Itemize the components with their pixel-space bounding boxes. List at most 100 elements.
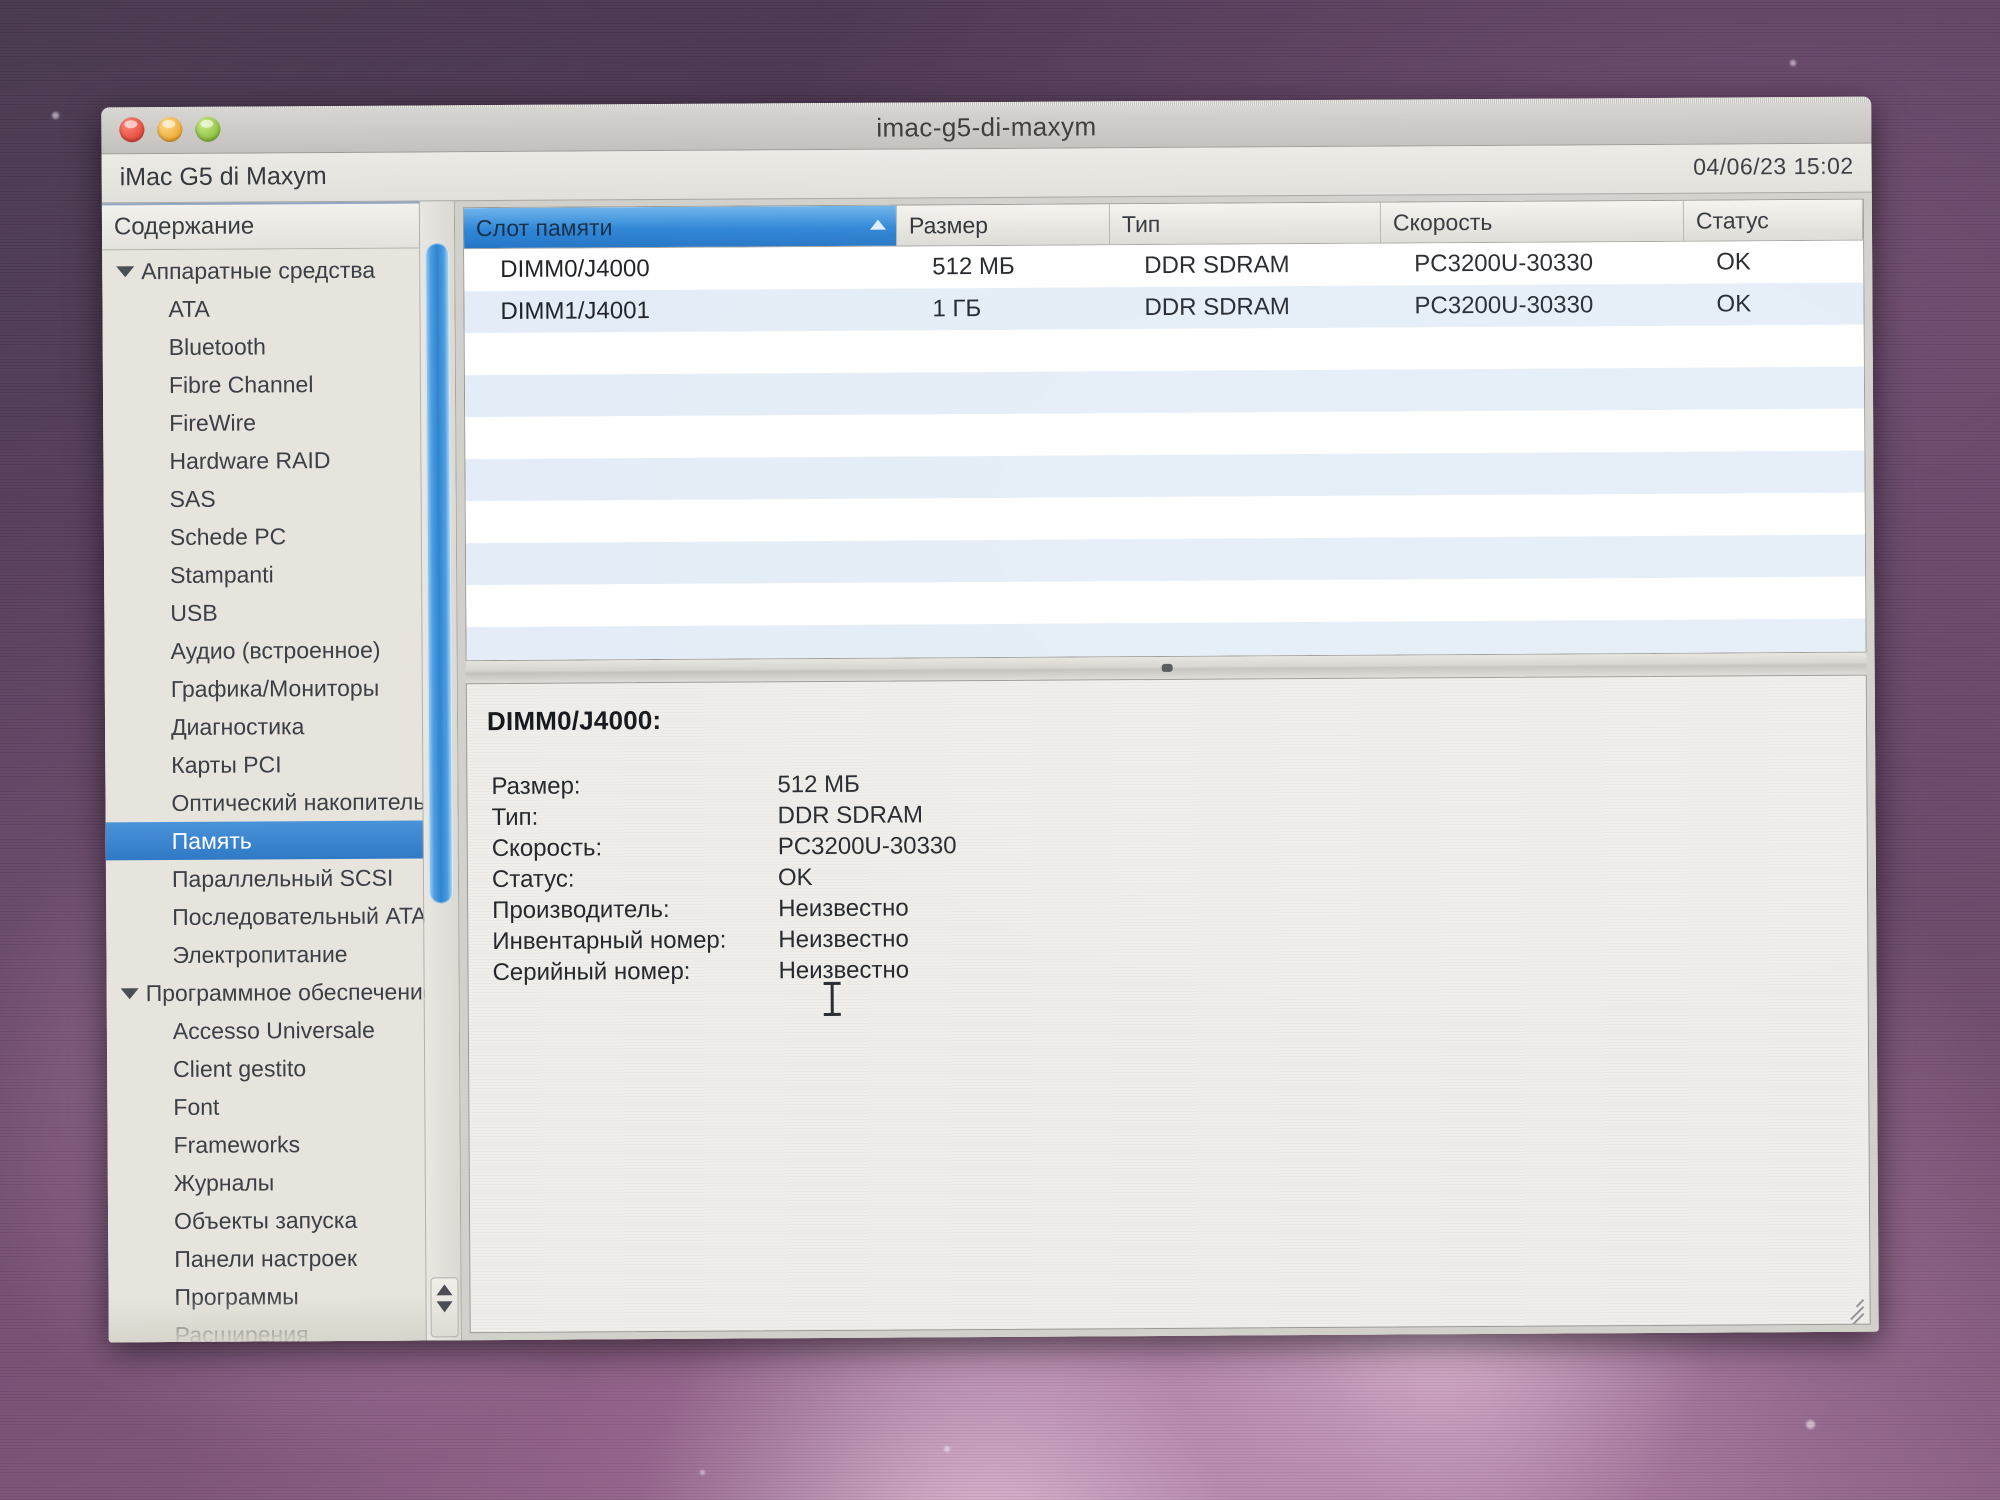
detail-field-label: Скорость:: [491, 833, 603, 862]
sidebar-item[interactable]: ATA: [102, 288, 454, 328]
sidebar-item[interactable]: Bluetooth: [103, 326, 455, 366]
sidebar-item-label: Accesso Universale: [172, 1016, 375, 1044]
scroll-up-icon[interactable]: [436, 1284, 453, 1296]
table-column-header[interactable]: Слот памяти: [463, 205, 898, 249]
table-body: DIMM0/J4000 512 МБ DDR SDRAM PC3200U-30330 O…: [464, 240, 1866, 662]
table-cell: OK: [1716, 248, 1751, 276]
sidebar-item[interactable]: Schede PC: [104, 516, 456, 556]
sidebar-item-label: Объекты запуска: [173, 1206, 358, 1234]
sidebar-item[interactable]: Frameworks: [107, 1124, 459, 1164]
sidebar-item[interactable]: Программное обеспечение: [107, 972, 459, 1012]
sidebar-item[interactable]: Оптический накопитель: [105, 782, 457, 822]
sidebar-item[interactable]: SAS: [104, 478, 456, 518]
sidebar-item[interactable]: Панели настроек: [108, 1238, 460, 1278]
sidebar-item-label: Последовательный ATA: [172, 901, 427, 930]
splitter-grip-icon[interactable]: [1161, 663, 1173, 672]
sidebar-scroll-arrows[interactable]: [430, 1277, 459, 1338]
column-header-label: Скорость: [1392, 208, 1493, 236]
sidebar-item-label: FireWire: [169, 408, 257, 436]
column-header-label: Размер: [908, 211, 989, 238]
sidebar-item-label: Schede PC: [169, 522, 287, 550]
detail-field-label: Размер:: [491, 772, 581, 800]
sidebar-item[interactable]: Журналы: [108, 1162, 460, 1202]
sidebar-item[interactable]: Память: [105, 820, 458, 861]
sidebar-item-label: Аудио (встроенное): [170, 636, 381, 664]
wallpaper-speck: [1790, 60, 1796, 66]
sidebar-item-label: Fibre Channel: [168, 370, 314, 398]
table-cell: 512 МБ: [932, 252, 1015, 281]
sidebar-item-label: Карты PCI: [171, 750, 282, 778]
sidebar-scrollbar[interactable]: [418, 201, 461, 1342]
sidebar-item-label: Параллельный SCSI: [171, 864, 394, 892]
wallpaper-speck: [52, 112, 59, 119]
sidebar-item-label: Оптический накопитель: [171, 787, 426, 816]
detail-field-value: Неизвестно: [778, 925, 909, 953]
detail-field-value: PC3200U-30330: [777, 831, 957, 860]
sidebar-item[interactable]: Stampanti: [104, 554, 456, 594]
sidebar-item-label: Журналы: [173, 1168, 275, 1196]
sidebar-item-label: Программное обеспечение: [145, 977, 436, 1006]
wallpaper-speck: [1806, 1420, 1815, 1429]
column-header-label: Тип: [1121, 210, 1161, 237]
sidebar-item-label: Frameworks: [173, 1130, 301, 1158]
window-body: Содержание Аппаратные средства ATA Bluetoo…: [101, 192, 1879, 1343]
table-cell: PC3200U-30330: [1414, 249, 1594, 278]
sidebar-list[interactable]: Аппаратные средства ATA Bluetooth Fibre Cha…: [102, 248, 461, 1343]
table-cell: DDR SDRAM: [1144, 251, 1290, 280]
sort-ascending-icon: [869, 219, 887, 230]
sidebar-item[interactable]: Электропитание: [106, 934, 458, 974]
detail-field-value: Неизвестно: [778, 894, 909, 922]
sidebar-item[interactable]: Font: [107, 1086, 459, 1126]
sidebar-item-label: SAS: [169, 485, 216, 512]
sidebar-item-label: Hardware RAID: [169, 446, 331, 474]
scroll-down-icon[interactable]: [436, 1301, 453, 1313]
sidebar-item[interactable]: Аудио (встроенное): [104, 630, 456, 670]
sidebar-item[interactable]: Accesso Universale: [107, 1010, 459, 1050]
detail-field-value: 512 МБ: [777, 770, 860, 798]
window-title: imac-g5-di-maxym: [876, 111, 1097, 143]
sidebar-item[interactable]: Параллельный SCSI: [106, 858, 458, 898]
detail-field-label: Статус:: [491, 865, 575, 893]
table-cell: OK: [1716, 290, 1752, 318]
table-cell: DIMM1/J4001: [500, 297, 650, 325]
sidebar-item[interactable]: USB: [104, 592, 456, 632]
detail-field-value: Неизвестно: [778, 955, 910, 984]
resize-grip-icon[interactable]: [1832, 1287, 1866, 1333]
sidebar-item[interactable]: Диагностика: [105, 706, 457, 746]
sidebar-item-label: Client gestito: [173, 1054, 307, 1082]
table-row[interactable]: DIMM1/J4001 1 ГБ DDR SDRAM PC3200U-30330 OK: [464, 282, 1864, 334]
sidebar-item[interactable]: Hardware RAID: [103, 440, 455, 480]
sidebar-item[interactable]: Client gestito: [107, 1048, 459, 1088]
sidebar-item-label: ATA: [168, 295, 210, 322]
sidebar-header: Содержание: [101, 201, 455, 251]
contents-sidebar: Содержание Аппаратные средства ATA Bluetoo…: [101, 201, 462, 1343]
wallpaper-speck: [944, 1446, 950, 1452]
sidebar-item[interactable]: FireWire: [103, 402, 455, 442]
sidebar-item[interactable]: Графика/Мониторы: [105, 668, 457, 708]
sidebar-item[interactable]: Карты PCI: [105, 744, 457, 784]
detail-field-list: Размер: 512 МБ Тип: DDR SDRAM Скорость: PC320…: [491, 763, 1867, 988]
sidebar-scrollbar-thumb[interactable]: [425, 243, 454, 904]
disclosure-triangle-icon[interactable]: [120, 987, 139, 999]
sidebar-item-label: Font: [173, 1093, 220, 1120]
column-header-label: Статус: [1695, 206, 1769, 234]
sidebar-item[interactable]: Fibre Channel: [103, 364, 455, 404]
disclosure-triangle-icon[interactable]: [116, 265, 135, 277]
sidebar-item[interactable]: Аппаратные средства: [102, 250, 454, 290]
table-column-header[interactable]: Статус: [1683, 199, 1864, 241]
table-column-header[interactable]: Тип: [1109, 202, 1382, 245]
sidebar-bottom-fade: [108, 1295, 461, 1343]
main-pane: Слот памяти Размер Тип Скорость Статус DIMM0…: [454, 192, 1879, 1342]
sidebar-item-label: Графика/Мониторы: [170, 674, 380, 702]
sidebar-item[interactable]: Объекты запуска: [108, 1200, 460, 1240]
detail-field-label: Производитель:: [492, 895, 670, 924]
detail-field-value: DDR SDRAM: [777, 800, 924, 829]
table-column-header[interactable]: Размер: [896, 204, 1111, 246]
memory-slots-table[interactable]: Слот памяти Размер Тип Скорость Статус DIMM0…: [462, 198, 1867, 662]
table-cell: PC3200U-30330: [1414, 291, 1594, 320]
sidebar-item-label: Память: [171, 827, 252, 854]
device-name: iMac G5 di Maxym: [119, 162, 327, 192]
table-column-header[interactable]: Скорость: [1380, 200, 1685, 243]
sidebar-item-label: Панели настроек: [174, 1244, 358, 1272]
sidebar-item[interactable]: Последовательный ATA: [106, 896, 458, 936]
